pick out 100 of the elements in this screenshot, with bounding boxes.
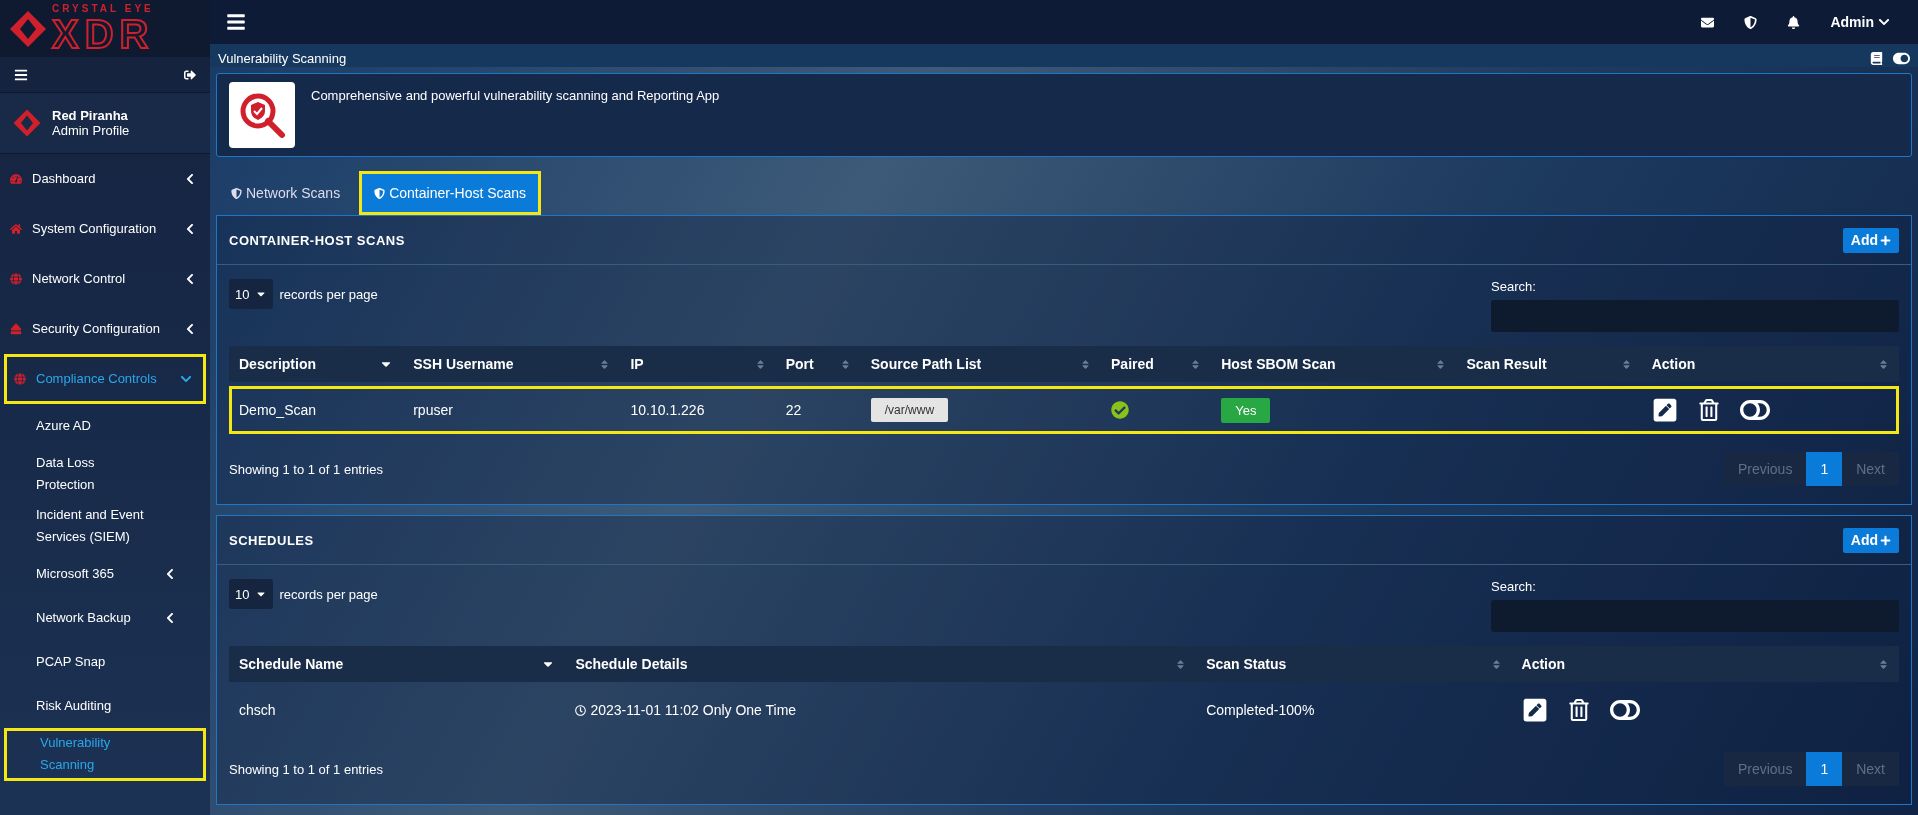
shield-icon bbox=[374, 187, 386, 199]
trash-icon[interactable] bbox=[1567, 699, 1590, 721]
sort-icon bbox=[1490, 658, 1502, 670]
sidebar-item[interactable]: PCAP Snap bbox=[0, 640, 210, 685]
tab[interactable]: Network Scans bbox=[216, 171, 356, 215]
plus-icon bbox=[1880, 534, 1891, 546]
diamond-logo-icon bbox=[12, 108, 42, 138]
logo-tagline: CRYSTAL EYE bbox=[52, 3, 155, 14]
table-cell: Completed-100% bbox=[1206, 702, 1315, 718]
app-icon bbox=[229, 82, 295, 148]
shield-icon[interactable] bbox=[1744, 15, 1758, 29]
column-header[interactable]: Host SBOM Scan bbox=[1211, 346, 1457, 382]
entries-info: Showing 1 to 1 of 1 entries bbox=[229, 461, 383, 477]
chevron-down-icon bbox=[180, 373, 192, 385]
bell-icon[interactable] bbox=[1787, 15, 1801, 29]
chevron-down-icon bbox=[1878, 16, 1890, 28]
sidebar-item[interactable]: Incident and Event Services (SIEM) bbox=[0, 500, 210, 553]
trash-icon[interactable] bbox=[1697, 399, 1720, 421]
chevron-left-icon bbox=[184, 223, 196, 235]
panel-title: CONTAINER-HOST SCANS bbox=[229, 232, 405, 248]
edit-icon[interactable] bbox=[1521, 697, 1548, 723]
path-tag: /var/www bbox=[870, 398, 949, 422]
sort-icon bbox=[1080, 358, 1092, 370]
shield-icon bbox=[231, 187, 242, 199]
sidebar-item[interactable]: System Configuration bbox=[0, 204, 210, 254]
sidebar-item[interactable]: Vulnerability Scanning bbox=[4, 728, 206, 781]
page-title: Vulnerability Scanning bbox=[218, 51, 348, 66]
clock-icon bbox=[575, 704, 587, 716]
tab[interactable]: Container-Host Scans bbox=[359, 171, 542, 215]
chevron-left-icon bbox=[164, 612, 176, 625]
column-header[interactable]: IP bbox=[620, 346, 776, 382]
table-cell: 22 bbox=[785, 402, 802, 418]
mail-icon[interactable] bbox=[1701, 15, 1715, 29]
search-label: Search: bbox=[1491, 579, 1537, 594]
sort-icon bbox=[1435, 358, 1447, 370]
panel-title: SCHEDULES bbox=[229, 532, 314, 548]
table-cell: 10.10.1.226 bbox=[630, 402, 705, 418]
eject-icon bbox=[10, 323, 22, 335]
column-header[interactable]: SSH Username bbox=[403, 346, 621, 382]
column-header[interactable]: Paired bbox=[1101, 346, 1212, 382]
sidebar-item[interactable]: Azure AD bbox=[0, 404, 210, 448]
column-header[interactable]: Source Path List bbox=[860, 346, 1102, 382]
sort-icon bbox=[1878, 658, 1889, 670]
column-header[interactable]: Description bbox=[229, 346, 404, 382]
sidebar-item[interactable]: Risk Auditing bbox=[0, 684, 210, 729]
gauge-icon bbox=[10, 173, 22, 185]
table-cell: Demo_Scan bbox=[239, 402, 317, 418]
diamond-logo-icon bbox=[8, 8, 48, 49]
sort-icon bbox=[1175, 658, 1187, 670]
sidebar-item[interactable]: Network Control bbox=[0, 254, 210, 304]
book-icon[interactable] bbox=[1870, 52, 1883, 65]
column-header[interactable]: Schedule Details bbox=[565, 646, 1197, 682]
status-badge: Yes bbox=[1221, 397, 1271, 423]
sort-icon bbox=[839, 358, 851, 370]
menu-icon[interactable] bbox=[14, 67, 28, 82]
sidebar-item[interactable]: Dashboard bbox=[0, 154, 210, 204]
page-button[interactable]: 1 bbox=[1806, 452, 1843, 486]
sign-out-icon[interactable] bbox=[184, 68, 196, 81]
column-header[interactable]: Action bbox=[1641, 346, 1899, 382]
table-cell: 2023-11-01 11:02 Only One Time bbox=[590, 702, 797, 718]
column-header[interactable]: Scan Result bbox=[1456, 346, 1642, 382]
sidebar-item[interactable]: Network Backup bbox=[0, 596, 210, 641]
chevron-left-icon bbox=[184, 323, 196, 335]
column-header[interactable]: Schedule Name bbox=[229, 646, 566, 682]
globe-icon bbox=[14, 373, 26, 385]
app-description: Comprehensive and powerful vulnerability scanning and Reporting App bbox=[311, 87, 720, 105]
length-label: records per page bbox=[279, 286, 378, 302]
user-menu[interactable]: Admin bbox=[1830, 14, 1902, 30]
search-label: Search: bbox=[1491, 279, 1537, 294]
page-button[interactable]: 1 bbox=[1806, 752, 1843, 786]
length-label: records per page bbox=[279, 586, 378, 602]
table-cell: chsch bbox=[239, 702, 276, 718]
plus-icon bbox=[1880, 234, 1891, 246]
column-header[interactable]: Port bbox=[775, 346, 861, 382]
sidebar-item[interactable]: Microsoft 365 bbox=[0, 552, 210, 597]
add-button[interactable]: Add bbox=[1842, 527, 1899, 553]
column-header[interactable]: Action bbox=[1511, 646, 1899, 682]
profile-role: Admin Profile bbox=[52, 123, 130, 138]
page-length-select[interactable]: 10 bbox=[229, 279, 274, 309]
sidebar-item[interactable]: Security Configuration bbox=[0, 304, 210, 354]
profile-name: Red Piranha bbox=[52, 108, 129, 123]
toggle-icon[interactable] bbox=[1893, 50, 1910, 67]
house-icon bbox=[10, 223, 22, 235]
chevron-left-icon bbox=[184, 273, 196, 285]
add-button[interactable]: Add bbox=[1842, 227, 1899, 253]
chevron-left-icon bbox=[184, 173, 196, 185]
entries-info: Showing 1 to 1 of 1 entries bbox=[229, 761, 383, 777]
search-field[interactable] bbox=[1491, 600, 1899, 632]
chevron-left-icon bbox=[164, 568, 176, 581]
sidebar-item[interactable]: Compliance Controls bbox=[4, 354, 206, 404]
column-header[interactable]: Scan Status bbox=[1196, 646, 1512, 682]
search-field[interactable] bbox=[1491, 300, 1899, 332]
menu-icon[interactable] bbox=[226, 12, 246, 32]
sidebar-item[interactable]: Data Loss Protection bbox=[0, 448, 210, 501]
logo-text: XDR bbox=[52, 13, 155, 54]
sort-icon bbox=[1190, 358, 1202, 370]
edit-icon[interactable] bbox=[1651, 397, 1678, 423]
page-length-select[interactable]: 10 bbox=[229, 579, 274, 609]
globe-icon bbox=[10, 273, 22, 285]
table-cell: rpuser bbox=[413, 402, 453, 418]
